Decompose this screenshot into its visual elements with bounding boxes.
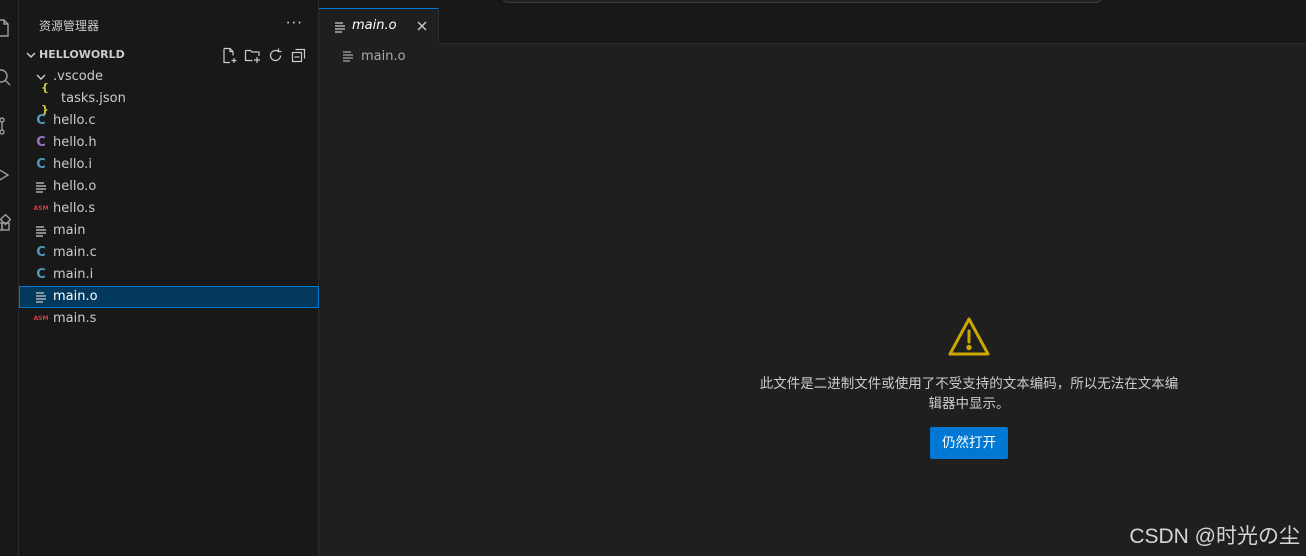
- tree-item-label: .vscode: [53, 69, 103, 84]
- tab-bar: main.o: [319, 0, 1306, 44]
- explorer-icon[interactable]: [0, 18, 12, 38]
- tree-item-label: main.i: [53, 267, 94, 282]
- chevron-down-icon: [23, 47, 39, 63]
- tree-file[interactable]: ASM main.s: [19, 308, 319, 330]
- open-anyway-button[interactable]: 仍然打开: [930, 427, 1008, 459]
- editor-area: main.o main.o 此文件是二进制文件或使用了不受支持的文本编码，所以无…: [319, 0, 1306, 556]
- json-icon: { }: [41, 81, 49, 116]
- tree-item-label: hello.c: [53, 113, 96, 128]
- explorer-sidebar: 资源管理器 ··· HELLOWORLD .vscode { } tasks.jso…: [19, 0, 319, 556]
- folder-title: HELLOWORLD: [39, 48, 125, 61]
- asm-file-icon: ASM: [33, 315, 49, 322]
- plain-file-icon: [341, 49, 355, 63]
- breadcrumb-label: main.o: [361, 48, 406, 64]
- c-file-icon: C: [36, 267, 46, 282]
- explorer-title: 资源管理器: [39, 19, 100, 33]
- activity-bar: [0, 0, 19, 556]
- tree-file[interactable]: hello.o: [19, 176, 319, 198]
- tree-item-label: main.s: [53, 311, 97, 326]
- file-tree: .vscode{ } tasks.json Chello.c Chello.h Chel…: [19, 66, 319, 330]
- collapse-all-icon[interactable]: [290, 47, 307, 64]
- tree-item-label: tasks.json: [61, 91, 126, 106]
- warning-icon: [947, 316, 991, 358]
- breadcrumb[interactable]: main.o: [341, 47, 406, 65]
- tree-file[interactable]: Cmain.i: [19, 264, 319, 286]
- tree-item-label: main.o: [53, 289, 98, 304]
- tree-file[interactable]: { } tasks.json: [19, 81, 319, 116]
- tree-file[interactable]: Cmain.c: [19, 242, 319, 264]
- tree-file[interactable]: ASM hello.s: [19, 198, 319, 220]
- tree-item-label: hello.h: [53, 135, 97, 150]
- tree-file[interactable]: Chello.c: [19, 110, 319, 132]
- tree-item-label: hello.s: [53, 201, 96, 216]
- new-folder-icon[interactable]: [244, 47, 261, 64]
- close-icon[interactable]: [414, 18, 430, 34]
- tree-item-label: main: [53, 223, 86, 238]
- tab-main-o[interactable]: main.o: [319, 8, 439, 44]
- folder-actions: [221, 47, 307, 64]
- plain-file-icon: [33, 176, 49, 198]
- tree-file[interactable]: main: [19, 220, 319, 242]
- binary-file-notice: 此文件是二进制文件或使用了不受支持的文本编码，所以无法在文本编辑器中显示。 仍然…: [719, 316, 1219, 459]
- refresh-icon[interactable]: [267, 47, 284, 64]
- c-file-icon: C: [36, 113, 46, 128]
- tree-folder[interactable]: .vscode: [19, 66, 319, 88]
- folder-header[interactable]: HELLOWORLD: [19, 44, 319, 66]
- tree-file[interactable]: main.o: [19, 286, 319, 308]
- plain-file-icon: [33, 220, 49, 242]
- source-control-icon[interactable]: [0, 116, 12, 136]
- c-file-icon: C: [36, 157, 46, 172]
- tree-file[interactable]: Chello.h: [19, 132, 319, 154]
- command-center[interactable]: [502, 0, 1102, 3]
- c-file-icon: C: [36, 245, 46, 260]
- tree-item-label: main.c: [53, 245, 97, 260]
- more-actions-button[interactable]: ···: [286, 14, 303, 32]
- watermark: CSDN @时光の尘: [1129, 525, 1300, 548]
- new-file-icon[interactable]: [221, 47, 238, 64]
- tree-item-label: hello.i: [53, 157, 92, 172]
- notice-message: 此文件是二进制文件或使用了不受支持的文本编码，所以无法在文本编辑器中显示。: [759, 376, 1179, 412]
- run-debug-icon[interactable]: [0, 165, 12, 185]
- tab-label: main.o: [352, 18, 397, 33]
- extensions-icon[interactable]: [0, 214, 12, 234]
- search-icon[interactable]: [0, 67, 12, 87]
- plain-file-icon: [33, 286, 49, 308]
- tree-item-label: hello.o: [53, 179, 97, 194]
- asm-file-icon: ASM: [33, 205, 49, 212]
- header-file-icon: C: [36, 135, 46, 150]
- tree-file[interactable]: Chello.i: [19, 154, 319, 176]
- explorer-header: 资源管理器 ···: [19, 0, 319, 44]
- plain-file-icon: [333, 20, 347, 34]
